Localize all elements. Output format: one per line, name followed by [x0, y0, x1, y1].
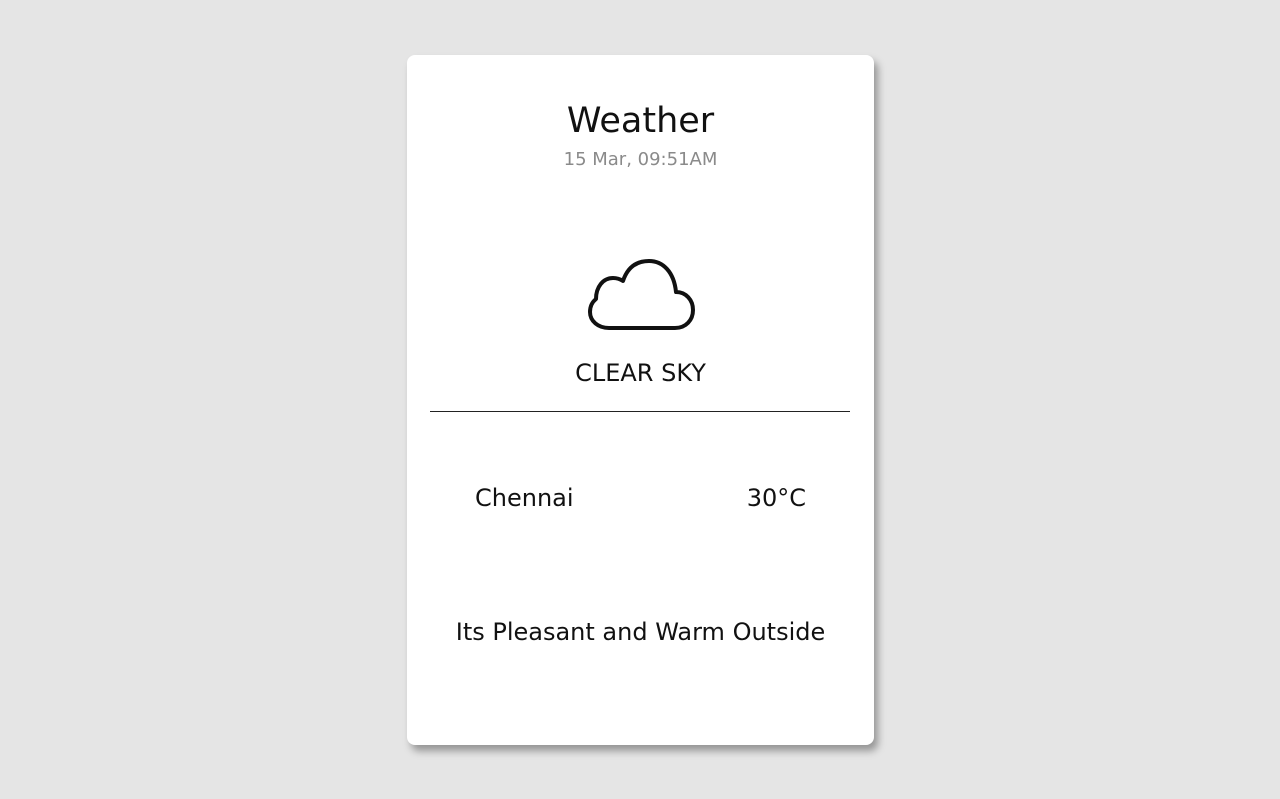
page-title: Weather [566, 101, 715, 141]
weather-card: Weather 15 Mar, 09:51AM CLEAR SKY Chenna… [407, 55, 874, 745]
weather-message: Its Pleasant and Warm Outside [455, 618, 826, 646]
temperature-value: 30°C [746, 484, 806, 512]
datetime-label: 15 Mar, 09:51AM [563, 149, 718, 170]
cloud-icon [587, 255, 697, 335]
city-name: Chennai [475, 484, 574, 512]
weather-condition: CLEAR SKY [575, 359, 706, 387]
divider [430, 411, 850, 412]
